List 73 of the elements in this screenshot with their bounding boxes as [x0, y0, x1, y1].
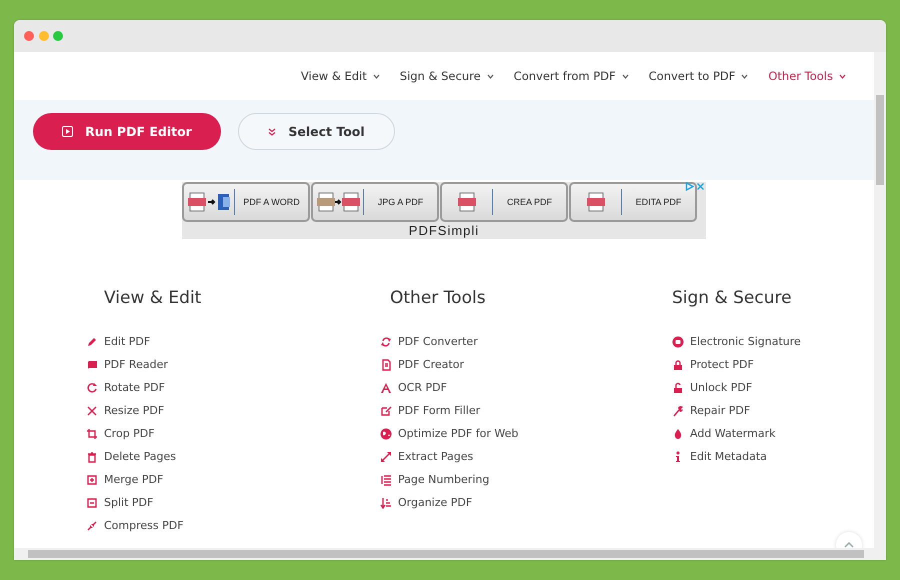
nav-menu-item[interactable]: Convert to PDF — [648, 69, 748, 83]
font-icon — [380, 382, 392, 394]
run-editor-button[interactable]: Run PDF Editor — [33, 113, 221, 150]
column-heading: Other Tools — [390, 288, 486, 308]
horizontal-scrollbar[interactable] — [14, 548, 886, 560]
tool-link[interactable]: Page Numbering — [398, 473, 490, 486]
tool-link[interactable]: Add Watermark — [690, 427, 776, 440]
vertical-scrollbar[interactable] — [874, 52, 886, 548]
wrench-icon — [672, 404, 684, 416]
compress-icon — [86, 520, 98, 532]
sort-icon — [380, 496, 392, 508]
pdf-file-icon — [585, 190, 607, 214]
column-heading: View & Edit — [104, 288, 202, 308]
tool-link[interactable]: Protect PDF — [690, 358, 754, 371]
tool-link[interactable]: Edit Metadata — [690, 450, 767, 463]
caret-icon — [741, 74, 748, 78]
tool-link[interactable]: Repair PDF — [690, 404, 750, 417]
tool-link[interactable]: Edit PDF — [104, 335, 150, 348]
lock-icon — [672, 358, 684, 370]
tool-link[interactable]: PDF Converter — [398, 335, 478, 348]
drop-icon — [672, 428, 684, 440]
ad-tile[interactable]: PDF A WORD — [182, 182, 310, 222]
ad-tile[interactable]: EDITA PDF — [569, 182, 697, 222]
ad-info-icon — [685, 182, 694, 191]
caret-icon — [372, 74, 380, 78]
column-heading: Sign & Secure — [672, 288, 792, 308]
rotate-icon — [86, 382, 98, 394]
tool-link[interactable]: Unlock PDF — [690, 381, 752, 394]
resize-icon — [86, 404, 98, 416]
pencil-icon — [86, 336, 98, 348]
trash-icon — [86, 450, 98, 462]
tool-link[interactable]: Split PDF — [104, 496, 154, 509]
expand-icon — [380, 450, 392, 462]
nav-menu-item[interactable]: View & Edit — [300, 69, 380, 83]
tool-link[interactable]: PDF Creator — [398, 358, 464, 371]
tool-link[interactable]: OCR PDF — [398, 381, 447, 394]
jpg-to-pdf-icon — [316, 190, 360, 214]
tool-link[interactable]: Crop PDF — [104, 427, 155, 440]
tool-link[interactable]: Compress PDF — [104, 519, 184, 532]
nav-menu-item[interactable]: Sign & Secure — [400, 69, 494, 83]
pdf-file-icon — [456, 190, 478, 214]
tool-link[interactable]: Extract Pages — [398, 450, 474, 463]
sync-icon — [380, 336, 392, 348]
globe-icon — [380, 428, 392, 440]
pdf-to-word-icon — [187, 190, 231, 214]
list-icon — [380, 474, 392, 486]
close-icon — [696, 182, 705, 191]
crop-icon — [86, 428, 98, 440]
caret-icon — [486, 74, 494, 78]
tool-link[interactable]: Organize PDF — [398, 496, 472, 509]
tool-link[interactable]: PDF Form Filler — [398, 404, 480, 417]
document-icon — [380, 358, 392, 370]
select-tool-button[interactable]: Select Tool — [238, 113, 395, 150]
double-chevron-icon — [268, 128, 276, 136]
caret-icon — [622, 74, 629, 78]
tool-link[interactable]: Optimize PDF for Web — [398, 427, 518, 440]
tool-link[interactable]: Rotate PDF — [104, 381, 165, 394]
tool-link[interactable]: Merge PDF — [104, 473, 164, 486]
tool-link[interactable]: Resize PDF — [104, 404, 164, 417]
tool-link[interactable]: Delete Pages — [104, 450, 176, 463]
tool-link[interactable]: Electronic Signature — [690, 335, 801, 348]
caret-icon — [839, 74, 846, 78]
nav-menu-item[interactable]: Convert from PDF — [514, 69, 629, 83]
chevron-up-icon — [844, 542, 854, 548]
badge-icon — [672, 336, 684, 348]
ad-tile[interactable]: CREA PDF — [440, 182, 568, 222]
play-icon — [62, 126, 74, 137]
nav-menu-item[interactable]: Other Tools — [768, 69, 846, 83]
tool-link[interactable]: PDF Reader — [104, 358, 168, 371]
ad-sponsor: PDFSimpli — [408, 223, 480, 238]
ad-tile[interactable]: JPG A PDF — [311, 182, 439, 222]
unlock-icon — [672, 382, 684, 394]
edit-icon — [380, 404, 392, 416]
